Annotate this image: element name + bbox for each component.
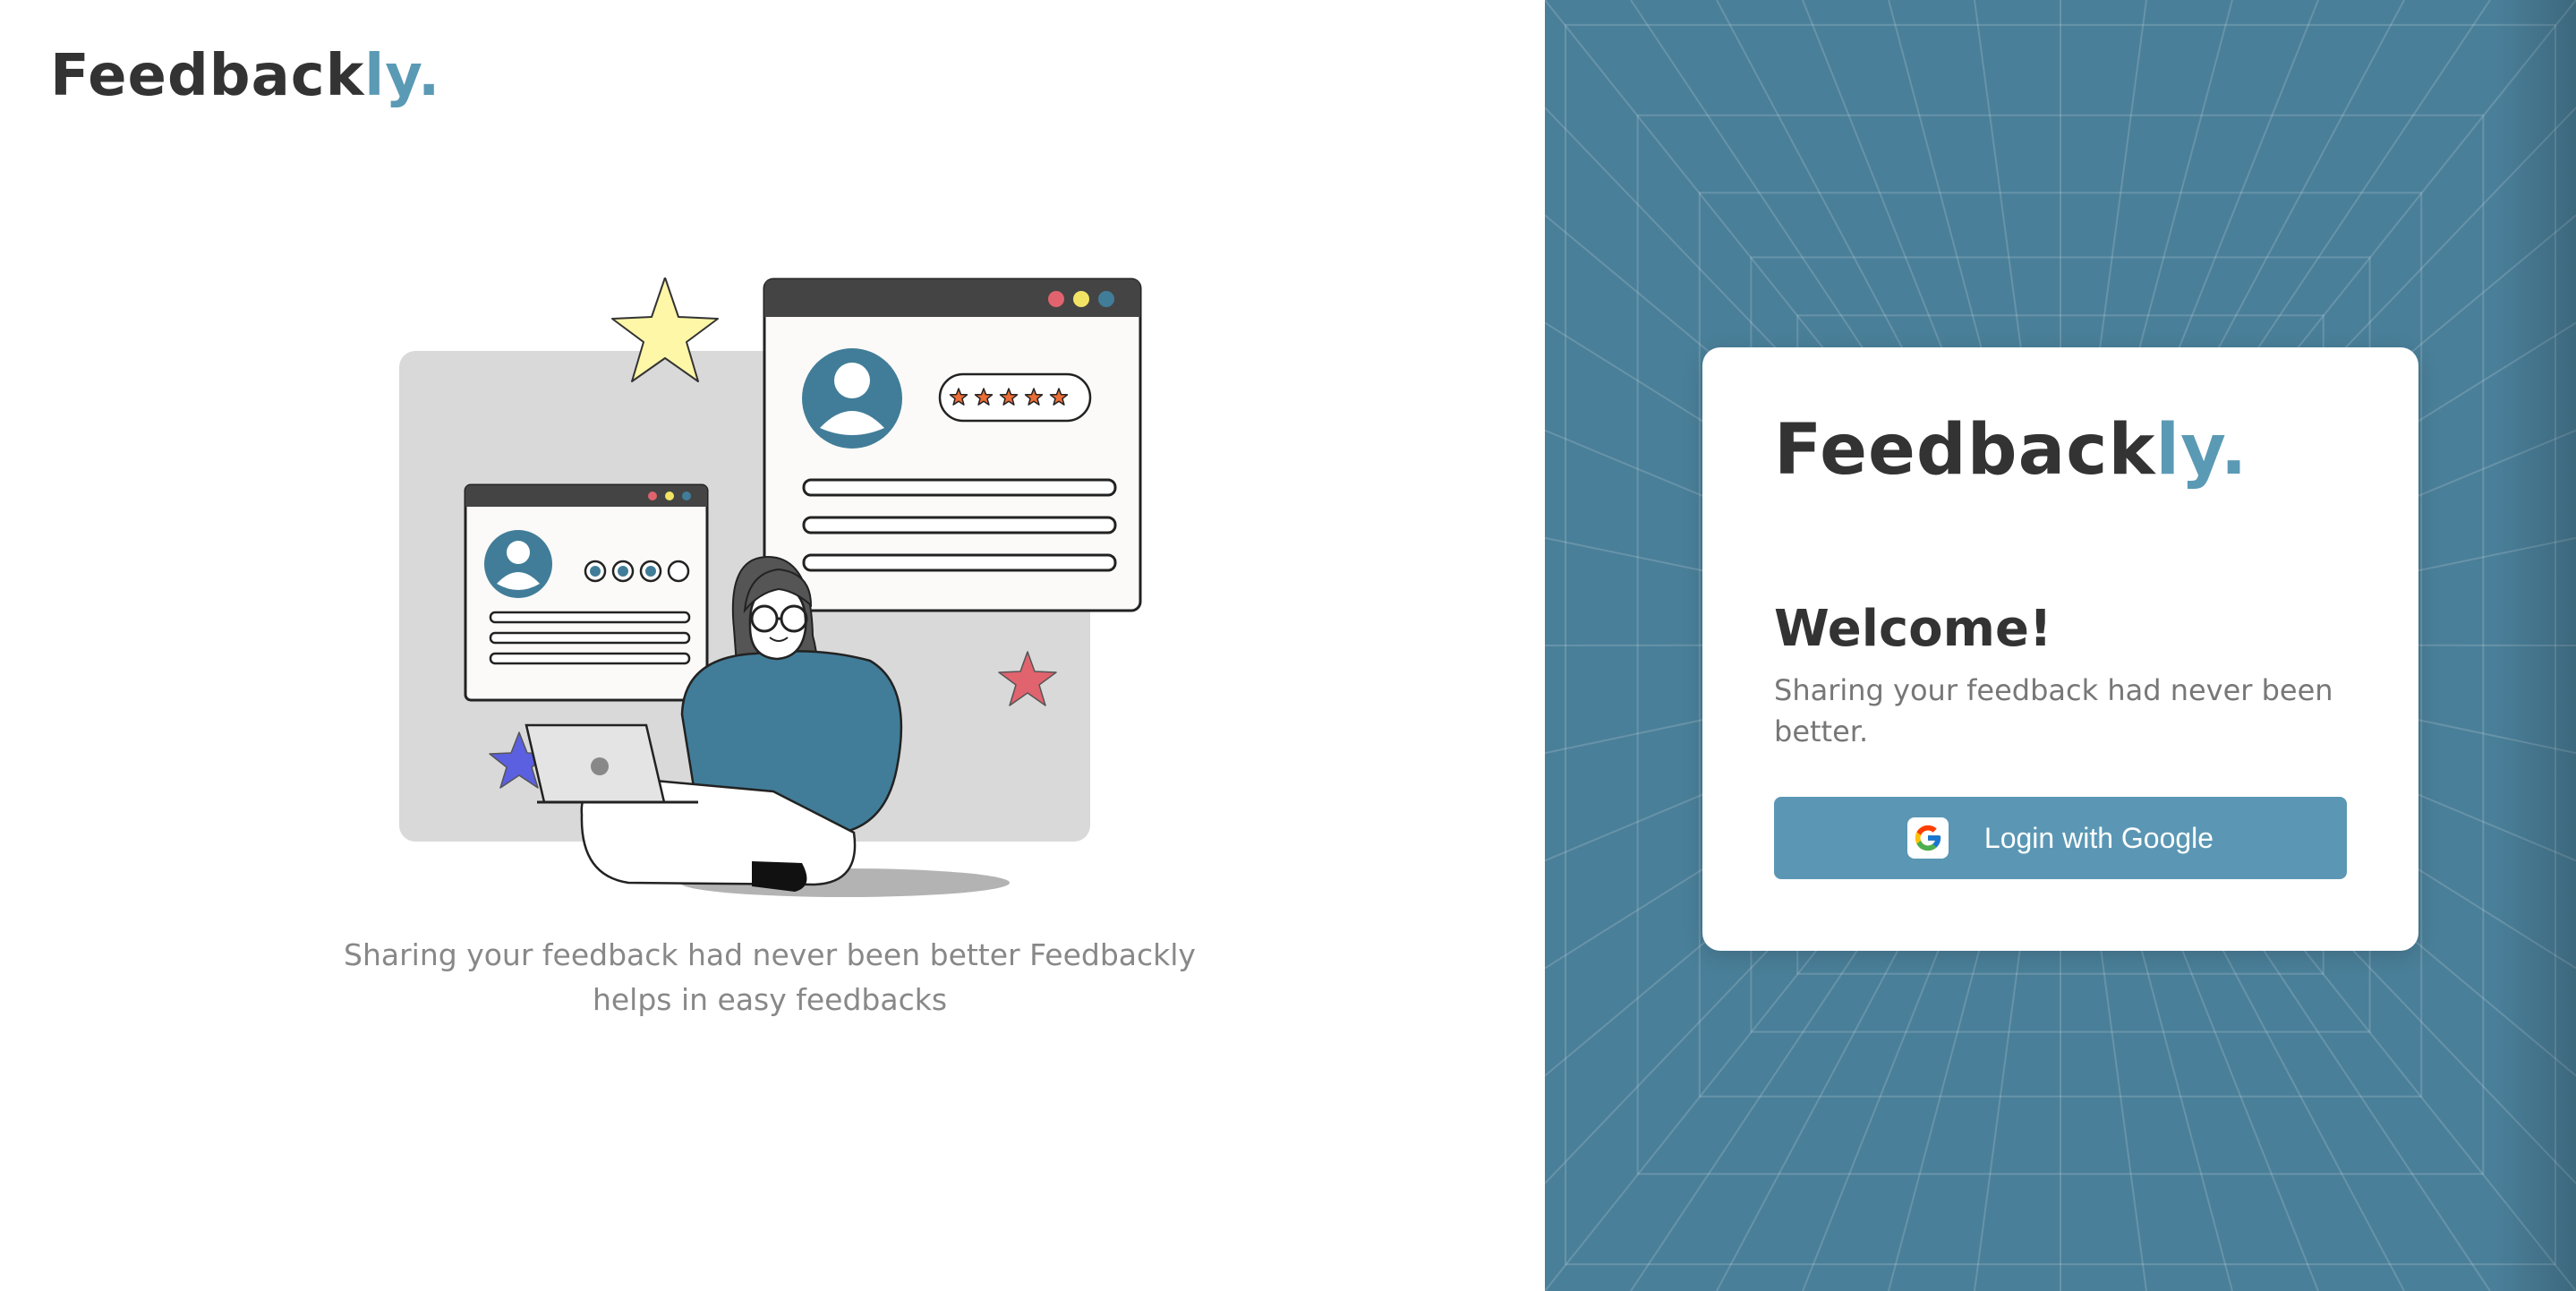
login-panel: Feedbackly. Welcome! Sharing your feedba… bbox=[1545, 0, 2576, 1291]
window-dot-blue bbox=[682, 492, 691, 500]
login-with-google-label: Login with Google bbox=[1983, 821, 2214, 854]
window-dot-red bbox=[648, 492, 657, 500]
brand-logo[interactable]: Feedbackly. bbox=[50, 43, 440, 109]
login-card-logo: Feedbackly. bbox=[1774, 410, 2248, 491]
window-dot-red bbox=[1048, 291, 1064, 307]
login-card-logo-suffix: ly. bbox=[2155, 410, 2248, 491]
welcome-subtitle: Sharing your feedback had never been bet… bbox=[1774, 673, 2333, 748]
login-with-google-button[interactable]: Login with Google bbox=[1774, 797, 2347, 879]
hero-panel: Feedbackly. Sharing your feedback had ne… bbox=[0, 0, 1545, 1291]
rating-dot-empty bbox=[667, 560, 690, 583]
small-review-window bbox=[464, 483, 709, 702]
google-logo-icon bbox=[1906, 817, 1949, 859]
brand-logo-suffix: ly. bbox=[364, 43, 441, 109]
welcome-heading: Welcome! bbox=[1774, 600, 2052, 658]
login-card: Feedbackly. Welcome! Sharing your feedba… bbox=[1702, 347, 2418, 951]
window-dot-blue bbox=[1098, 291, 1114, 307]
edge-shadow bbox=[2495, 0, 2576, 1291]
hero-tagline: Sharing your feedback had never been bet… bbox=[344, 937, 1196, 1017]
rating-dot-fill bbox=[590, 566, 601, 577]
rating-dot-fill bbox=[618, 566, 628, 577]
login-card-logo-prefix: Feedback bbox=[1774, 410, 2156, 491]
rating-dot-fill bbox=[645, 566, 656, 577]
window-dot-yellow bbox=[1073, 291, 1089, 307]
feedback-illustration bbox=[399, 278, 1142, 897]
small-avatar-icon bbox=[484, 530, 552, 598]
large-review-window bbox=[763, 278, 1142, 612]
large-avatar-icon bbox=[802, 348, 902, 449]
brand-logo-prefix: Feedback bbox=[50, 43, 365, 109]
window-dot-yellow bbox=[665, 492, 674, 500]
